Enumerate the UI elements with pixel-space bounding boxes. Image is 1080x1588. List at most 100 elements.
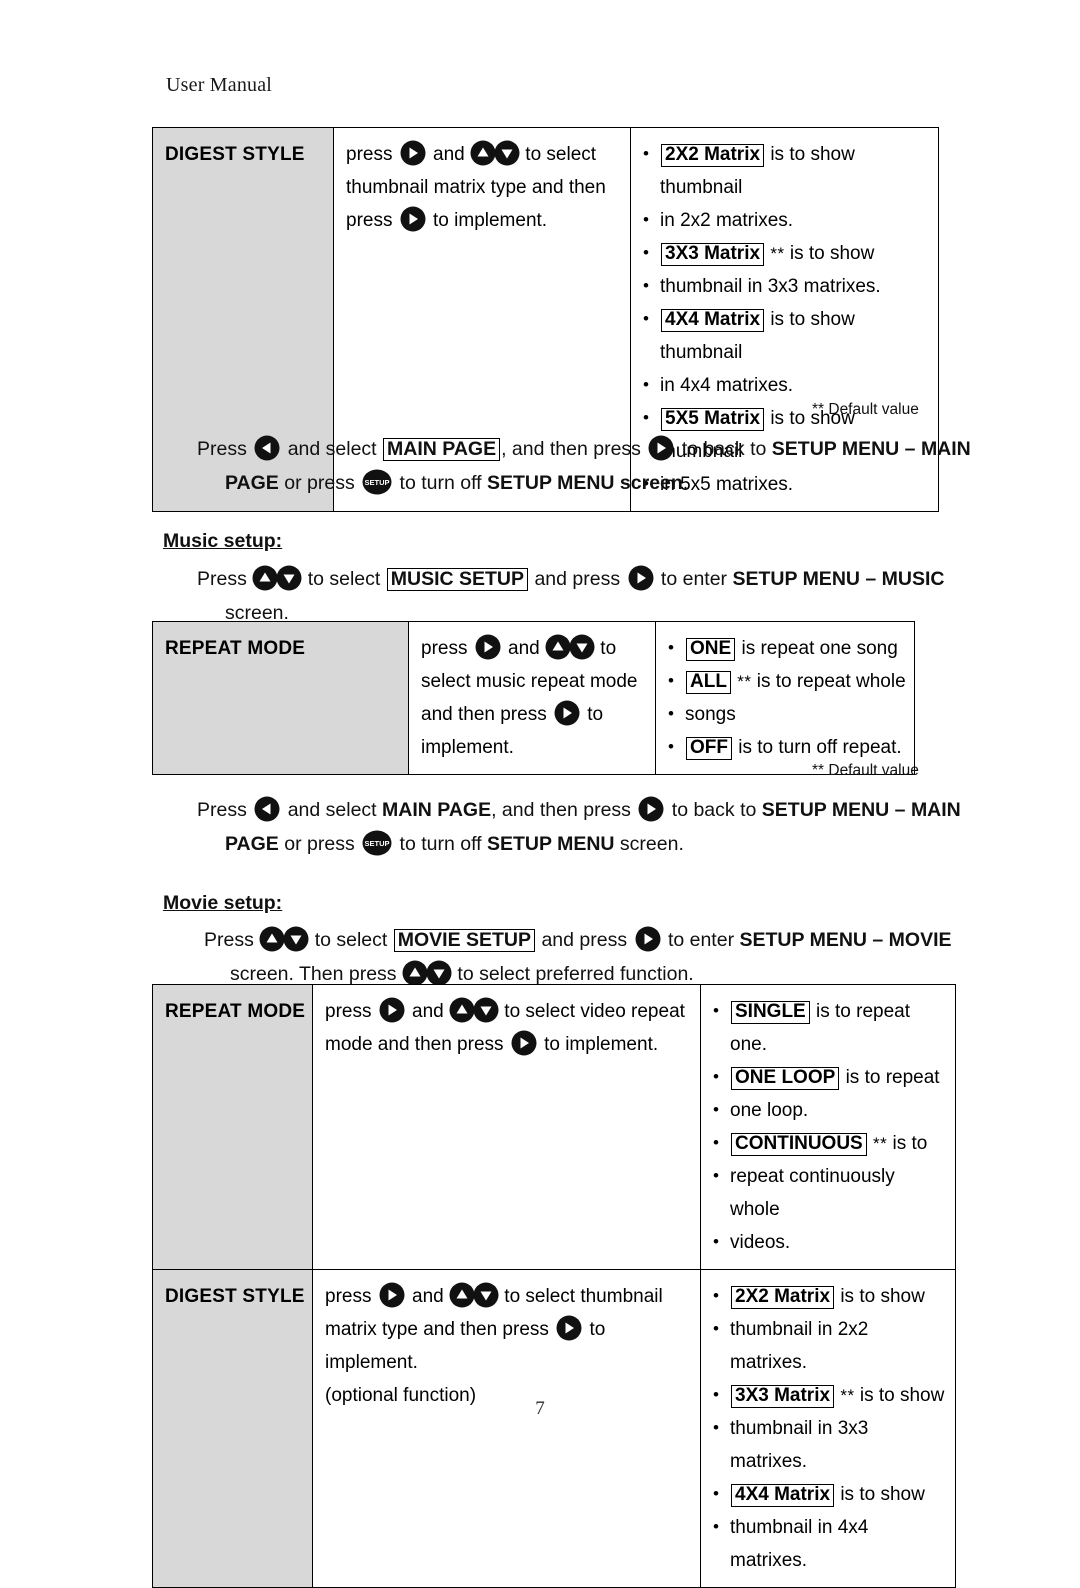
up-arrow-key-icon[interactable] [449, 1282, 475, 1308]
option-text: is to show [840, 1484, 925, 1505]
text: Press [197, 438, 247, 460]
left-arrow-key-icon[interactable] [254, 796, 280, 822]
list-item: 2X2 Matrix is to show thumbnail [643, 137, 930, 204]
paragraph-line: Press and select MAIN PAGE, and then pre… [197, 793, 961, 827]
text: to implement. [544, 1034, 659, 1055]
list-item: SINGLE is to repeat one. [713, 994, 947, 1061]
text: or press [284, 472, 355, 494]
movie-digest-options: 2X2 Matrix is to show thumbnail in 2x2 m… [700, 1269, 956, 1588]
list-item-continuation: videos. [713, 1225, 947, 1259]
right-arrow-key-icon[interactable] [475, 634, 501, 660]
up-down-key-pair [252, 565, 302, 591]
text: and press [534, 568, 621, 590]
right-arrow-key-icon[interactable] [648, 435, 674, 461]
text-bold: SETUP MENU – MUSIC [732, 568, 945, 590]
text: Press [204, 929, 254, 951]
text: press [325, 1001, 372, 1022]
text-bold: SETUP MENU – MOVIE [739, 929, 952, 951]
down-arrow-key-icon[interactable] [276, 565, 302, 591]
down-arrow-key-icon[interactable] [473, 997, 499, 1023]
list-item: 3X3 Matrix ** is to show [643, 236, 930, 270]
default-marker: ** [873, 1134, 888, 1153]
row-name-digest-style: DIGEST STYLE [152, 1269, 313, 1588]
text: to [587, 704, 604, 725]
right-arrow-key-icon[interactable] [400, 206, 426, 232]
down-arrow-key-icon[interactable] [283, 926, 309, 952]
right-arrow-key-icon[interactable] [635, 926, 661, 952]
right-arrow-key-icon[interactable] [379, 997, 405, 1023]
text: select music repeat mode [421, 671, 638, 692]
text: and [412, 1286, 444, 1307]
up-down-key-pair [470, 140, 520, 166]
option-label: ALL [686, 671, 731, 694]
movie-repeat-options: SINGLE is to repeat one. ONE LOOP is to … [700, 984, 956, 1270]
up-arrow-key-icon[interactable] [449, 997, 475, 1023]
paragraph-line: PAGE or press SETUP to turn off SETUP ME… [197, 827, 961, 861]
up-arrow-key-icon[interactable] [402, 960, 428, 986]
down-arrow-key-icon[interactable] [494, 140, 520, 166]
setup-key-icon[interactable]: SETUP [362, 830, 392, 856]
text-bold: PAGE [225, 833, 279, 855]
up-arrow-key-icon[interactable] [470, 140, 496, 166]
down-arrow-key-icon[interactable] [426, 960, 452, 986]
right-arrow-key-icon[interactable] [511, 1030, 537, 1056]
list-item: CONTINUOUS ** is to [713, 1126, 947, 1160]
right-arrow-key-icon[interactable] [400, 140, 426, 166]
music-setup-boxed-label: MUSIC SETUP [386, 568, 529, 592]
text: screen. Then press [230, 963, 397, 985]
right-arrow-key-icon[interactable] [638, 796, 664, 822]
music-setup-heading: Music setup: [163, 524, 282, 558]
list-item-continuation: thumbnail in 3x3 matrixes. [643, 269, 930, 303]
right-arrow-key-icon[interactable] [554, 700, 580, 726]
up-arrow-key-icon[interactable] [545, 634, 571, 660]
text-bold: PAGE [225, 472, 279, 494]
movie-digest-description: press and to select thumbnail matrix typ… [312, 1269, 701, 1588]
text: to back to [681, 438, 767, 460]
list-item-continuation: repeat continuously whole [713, 1159, 947, 1226]
option-text: is repeat one song [741, 638, 898, 659]
default-value-note-1: ** Default value [812, 401, 919, 418]
text: Press [197, 568, 247, 590]
default-marker: ** [770, 244, 785, 263]
text: and select [287, 438, 377, 460]
right-arrow-key-icon[interactable] [379, 1282, 405, 1308]
list-item-continuation: in 2x2 matrixes. [643, 203, 930, 237]
list-item-continuation: in 4x4 matrixes. [643, 368, 930, 402]
text-bold: SETUP MENU screen [487, 472, 683, 494]
option-text: is to repeat [845, 1067, 940, 1088]
movie-setup-boxed-label: MOVIE SETUP [393, 929, 536, 953]
music-setup-intro: Press to select MUSIC SETUP and press to… [197, 562, 945, 630]
text: and press [541, 929, 628, 951]
text: screen. [619, 833, 684, 855]
text: press [421, 638, 468, 659]
option-text: is to show [840, 1286, 925, 1307]
up-down-key-pair [545, 634, 595, 660]
back-to-main-page-paragraph-1: Press and select MAIN PAGE, and then pre… [197, 432, 971, 500]
page-number: 7 [535, 1398, 545, 1419]
up-arrow-key-icon[interactable] [259, 926, 285, 952]
table-row: REPEAT MODE press and to select video re… [152, 984, 956, 1270]
up-arrow-key-icon[interactable] [252, 565, 278, 591]
movie-setup-heading: Movie setup: [163, 886, 282, 920]
left-arrow-key-icon[interactable] [254, 435, 280, 461]
down-arrow-key-icon[interactable] [473, 1282, 499, 1308]
movie-setup-table: REPEAT MODE press and to select video re… [152, 984, 956, 1588]
desc-text: press [346, 144, 393, 165]
default-marker: ** [737, 672, 752, 691]
setup-key-icon[interactable]: SETUP [362, 469, 392, 495]
list-item: ONE is repeat one song [668, 631, 906, 665]
desc-text: to implement. [433, 210, 548, 231]
right-arrow-key-icon[interactable] [556, 1315, 582, 1341]
right-arrow-key-icon[interactable] [628, 565, 654, 591]
option-label: 2X2 Matrix [731, 1286, 835, 1309]
list-item: 4X4 Matrix is to show [713, 1477, 947, 1511]
list-item: ONE LOOP is to repeat [713, 1060, 947, 1094]
page-header: User Manual [166, 74, 273, 96]
music-repeat-options: ONE is repeat one song ALL ** is to repe… [655, 621, 915, 775]
text: to enter [660, 568, 728, 590]
down-arrow-key-icon[interactable] [569, 634, 595, 660]
option-label: CONTINUOUS [731, 1133, 867, 1156]
desc-text: and [433, 144, 465, 165]
option-text: is to turn off repeat. [738, 737, 902, 758]
text: and [412, 1001, 444, 1022]
